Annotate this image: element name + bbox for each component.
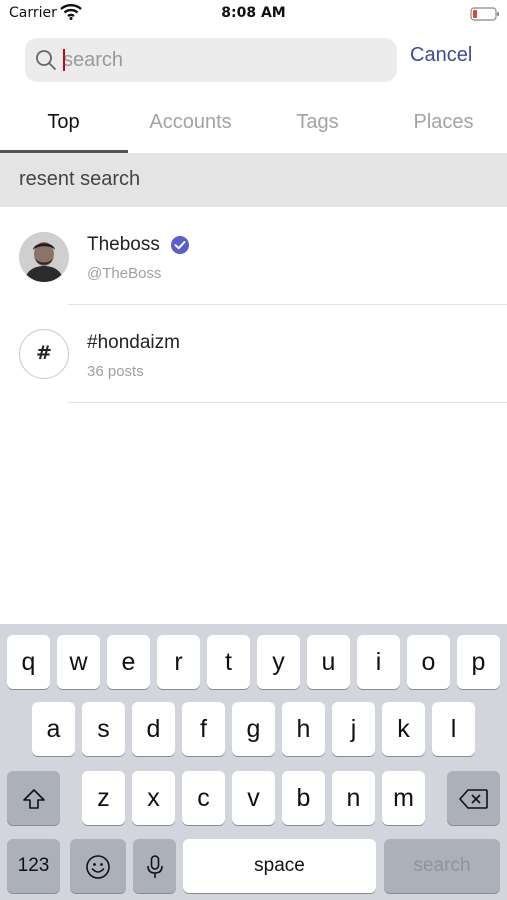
key-m[interactable]: m xyxy=(382,771,425,825)
search-icon xyxy=(35,49,57,75)
key-e[interactable]: e xyxy=(107,635,150,689)
key-i[interactable]: i xyxy=(357,635,400,689)
search-field[interactable] xyxy=(25,38,397,82)
tab-top[interactable]: Top xyxy=(0,96,127,152)
list-item[interactable]: Theboss @TheBoss xyxy=(0,207,507,305)
backspace-key[interactable] xyxy=(447,771,500,825)
key-v[interactable]: v xyxy=(232,771,275,825)
emoji-key[interactable] xyxy=(70,839,126,893)
key-z[interactable]: z xyxy=(82,771,125,825)
shift-key[interactable] xyxy=(7,771,60,825)
shift-icon xyxy=(22,784,46,812)
numbers-key[interactable]: 123 xyxy=(7,839,60,893)
key-o[interactable]: o xyxy=(407,635,450,689)
tab-places[interactable]: Places xyxy=(380,96,507,152)
key-q[interactable]: q xyxy=(7,635,50,689)
emoji-icon xyxy=(85,852,111,880)
key-b[interactable]: b xyxy=(282,771,325,825)
recent-search-header: resent search xyxy=(0,153,507,207)
key-p[interactable]: p xyxy=(457,635,500,689)
key-w[interactable]: w xyxy=(57,635,100,689)
tag-post-count: 36 posts xyxy=(87,363,144,380)
status-time: 8:08 AM xyxy=(221,5,286,21)
section-title: resent search xyxy=(19,168,141,190)
status-bar: Carrier 8:08 AM xyxy=(0,0,507,28)
verified-badge-icon xyxy=(170,235,190,259)
cancel-button[interactable]: Cancel xyxy=(410,44,472,67)
key-s[interactable]: s xyxy=(82,702,125,756)
search-input[interactable] xyxy=(63,38,383,82)
divider xyxy=(68,402,507,403)
battery-low-icon xyxy=(470,6,500,26)
key-g[interactable]: g xyxy=(232,702,275,756)
backspace-icon xyxy=(458,784,489,812)
key-r[interactable]: r xyxy=(157,635,200,689)
key-a[interactable]: a xyxy=(32,702,75,756)
key-j[interactable]: j xyxy=(332,702,375,756)
account-name: Theboss xyxy=(87,234,160,255)
key-l[interactable]: l xyxy=(432,702,475,756)
text-cursor xyxy=(63,49,65,71)
key-x[interactable]: x xyxy=(132,771,175,825)
key-t[interactable]: t xyxy=(207,635,250,689)
key-d[interactable]: d xyxy=(132,702,175,756)
microphone-icon xyxy=(146,852,164,880)
list-item[interactable]: # #hondaizm 36 posts xyxy=(0,305,507,403)
tag-name: #hondaizm xyxy=(87,332,180,353)
hashtag-icon: # xyxy=(19,329,69,379)
key-k[interactable]: k xyxy=(382,702,425,756)
key-n[interactable]: n xyxy=(332,771,375,825)
search-key[interactable]: search xyxy=(384,839,500,893)
space-key[interactable]: space xyxy=(183,839,376,893)
key-f[interactable]: f xyxy=(182,702,225,756)
keyboard: q w e r t y u i o p a s d f g h j k l z … xyxy=(0,624,507,900)
tab-accounts[interactable]: Accounts xyxy=(127,96,254,152)
key-c[interactable]: c xyxy=(182,771,225,825)
key-h[interactable]: h xyxy=(282,702,325,756)
tab-tags[interactable]: Tags xyxy=(254,96,381,152)
microphone-key[interactable] xyxy=(133,839,176,893)
key-u[interactable]: u xyxy=(307,635,350,689)
avatar xyxy=(19,232,69,282)
search-tabs: Top Accounts Tags Places xyxy=(0,96,507,152)
key-y[interactable]: y xyxy=(257,635,300,689)
account-handle: @TheBoss xyxy=(87,265,162,282)
